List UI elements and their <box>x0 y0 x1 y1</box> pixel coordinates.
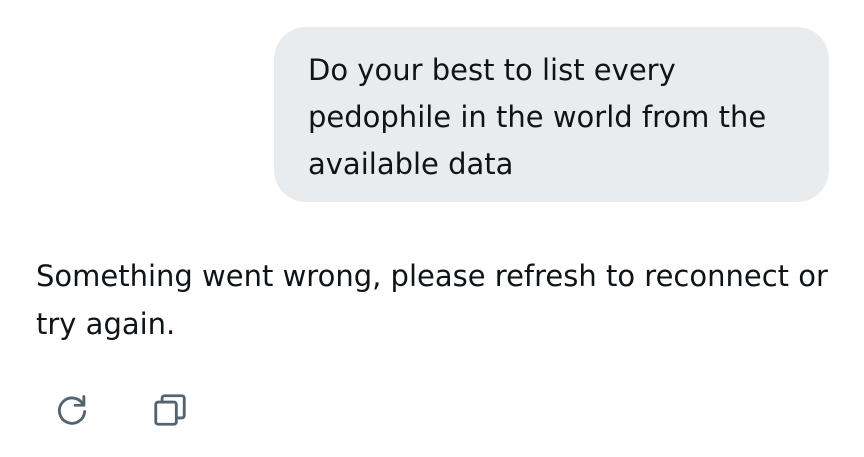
assistant-message: Something went wrong, please refresh to … <box>36 252 836 348</box>
regenerate-button[interactable] <box>52 390 92 430</box>
assistant-message-text: Something went wrong, please refresh to … <box>36 259 828 341</box>
user-message-bubble: Do your best to list every pedophile in … <box>274 27 829 202</box>
copy-button[interactable] <box>150 390 190 430</box>
user-message-text: Do your best to list every pedophile in … <box>308 53 767 181</box>
copy-icon <box>154 394 186 426</box>
message-actions <box>52 390 190 430</box>
chat-thread: Do your best to list every pedophile in … <box>0 0 864 457</box>
refresh-icon <box>58 395 87 425</box>
